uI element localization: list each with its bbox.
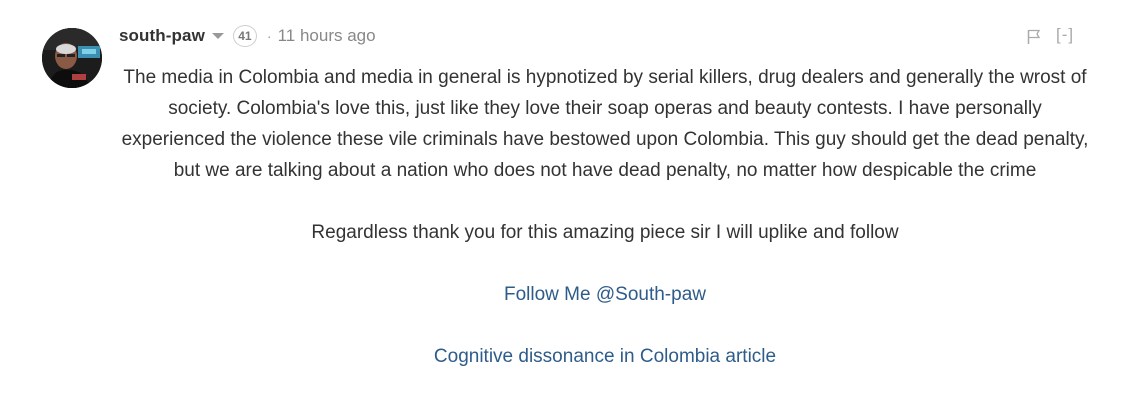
article-link[interactable]: Cognitive dissonance in Colombia article: [434, 346, 776, 367]
user-avatar[interactable]: [42, 28, 102, 88]
follow-link-paragraph: Follow Me @South-paw: [120, 279, 1090, 310]
reputation-badge: 41: [232, 25, 257, 47]
comment-paragraph: The media in Colombia and media in gener…: [121, 67, 1089, 181]
comment-header: south-paw 41 · 11 hours ago: [119, 24, 376, 48]
timestamp-link[interactable]: 11 hours ago: [278, 26, 376, 46]
comment-paragraph: Regardless thank you for this amazing pi…: [311, 222, 899, 243]
collapse-button[interactable]: [-]: [1056, 25, 1074, 45]
follow-link[interactable]: Follow Me @South-paw: [504, 284, 706, 305]
separator: ·: [266, 28, 272, 44]
comment: south-paw 41 · 11 hours ago [-] The medi…: [0, 0, 1133, 408]
caret-down-icon[interactable]: [211, 33, 224, 39]
comment-body: The media in Colombia and media in gener…: [120, 62, 1090, 372]
author-name[interactable]: south-paw: [119, 26, 205, 46]
article-link-paragraph: Cognitive dissonance in Colombia article: [120, 341, 1090, 372]
flag-icon[interactable]: [1027, 29, 1041, 45]
